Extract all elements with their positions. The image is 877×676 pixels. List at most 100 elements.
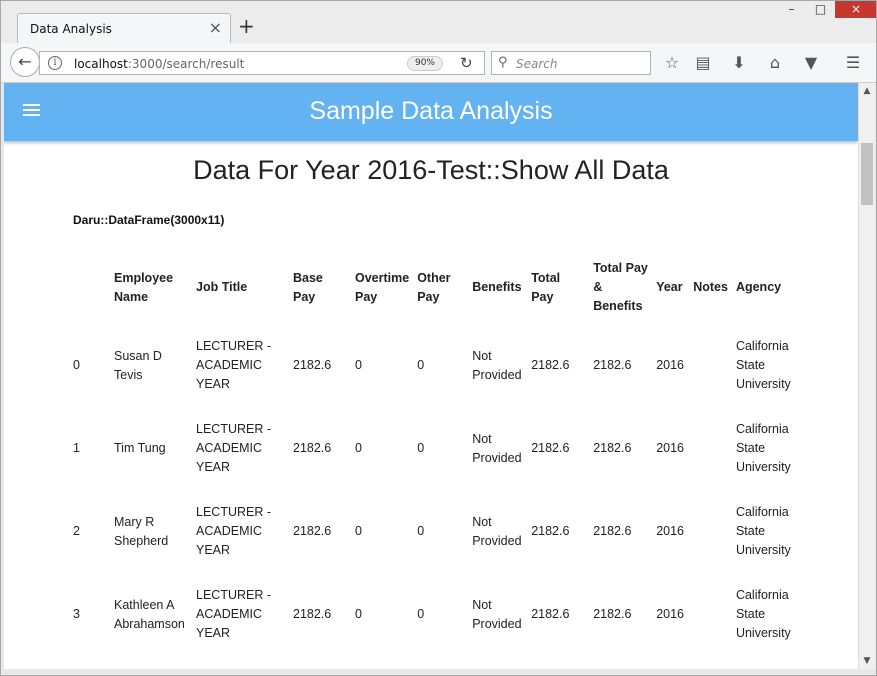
data-table: Employee Name Job Title Base Pay Overtim… — [69, 251, 806, 656]
close-window-button[interactable]: × — [835, 1, 876, 18]
browser-window: Data Analysis × + – □ × ← i localhost:30… — [0, 0, 877, 676]
year-cell: 2016 — [656, 524, 685, 538]
year-cell: 2016 — [656, 358, 685, 372]
total-pay-cell: 2182.6 — [531, 441, 570, 455]
info-icon[interactable]: i — [48, 56, 62, 70]
employee-name-cell: Mary R Shepherd — [114, 514, 169, 548]
total-pay-benefits-cell: 2182.6 — [593, 524, 632, 538]
overtime-pay-cell: 0 — [355, 441, 362, 455]
star-icon[interactable]: ☆ — [661, 52, 683, 74]
hamburger-icon[interactable]: ☰ — [842, 52, 864, 74]
row-index: 0 — [73, 358, 80, 372]
dataframe-label: Daru::DataFrame(3000x11) — [73, 213, 225, 227]
notes-cell — [689, 573, 732, 656]
benefits-cell: Not Provided — [472, 348, 522, 382]
back-arrow-icon[interactable]: ← — [10, 47, 40, 77]
base-pay-cell: 2182.6 — [293, 441, 332, 455]
clipboard-icon[interactable]: ▤ — [692, 52, 714, 74]
app-header: Sample Data Analysis — [4, 83, 858, 141]
search-bar[interactable]: ⚲ Search — [491, 51, 651, 75]
column-header: Job Title — [196, 280, 248, 294]
url-text[interactable]: localhost:3000/search/result — [74, 57, 244, 71]
table-row: 3 Kathleen A Abrahamson LECTURER - ACADE… — [69, 573, 806, 656]
search-input[interactable]: Search — [516, 57, 558, 71]
employee-name-cell: Kathleen A Abrahamson — [114, 597, 185, 631]
scroll-up-icon[interactable]: ▲ — [859, 83, 875, 99]
minimize-button[interactable]: – — [777, 1, 806, 18]
benefits-cell: Not Provided — [472, 431, 522, 465]
column-header: Overtime Pay — [355, 270, 410, 304]
table-header-row: Employee Name Job Title Base Pay Overtim… — [69, 251, 806, 324]
notes-cell — [689, 324, 732, 407]
tab-strip: Data Analysis × + – □ × — [1, 1, 876, 44]
scrollbar-thumb[interactable] — [861, 143, 873, 205]
maximize-button[interactable]: □ — [806, 1, 835, 18]
base-pay-cell: 2182.6 — [293, 524, 332, 538]
column-header: Year — [656, 280, 683, 294]
pocket-icon[interactable]: ▼ — [800, 52, 822, 74]
row-index: 3 — [73, 607, 80, 621]
employee-name-cell: Susan D Tevis — [114, 348, 162, 382]
overtime-pay-cell: 0 — [355, 524, 362, 538]
tab-data-analysis[interactable]: Data Analysis × — [17, 13, 231, 44]
other-pay-cell: 0 — [417, 358, 425, 372]
job-title-cell: LECTURER - ACADEMIC YEAR — [196, 588, 272, 640]
table-row: 0 Susan D Tevis LECTURER - ACADEMIC YEAR… — [69, 324, 806, 407]
benefits-cell: Not Provided — [472, 597, 522, 631]
navigation-bar: ← i localhost:3000/search/result 90% ↻ ⚲… — [1, 43, 876, 83]
scroll-down-icon[interactable]: ▼ — [859, 653, 875, 669]
column-header: Benefits — [472, 280, 522, 294]
overtime-pay-cell: 0 — [355, 607, 362, 621]
row-index: 1 — [73, 441, 80, 455]
page-content: Sample Data Analysis Data For Year 2016-… — [4, 83, 858, 669]
row-index: 2 — [73, 524, 80, 538]
benefits-cell: Not Provided — [472, 514, 522, 548]
column-header: Other Pay — [417, 270, 451, 304]
notes-cell — [689, 407, 732, 490]
total-pay-benefits-cell: 2182.6 — [593, 358, 632, 372]
column-header: Employee Name — [114, 270, 174, 304]
other-pay-cell: 0 — [417, 441, 425, 455]
url-host: localhost — [74, 57, 128, 71]
vertical-scrollbar[interactable]: ▲ ▼ — [858, 83, 875, 669]
year-cell: 2016 — [656, 441, 685, 455]
total-pay-benefits-cell: 2182.6 — [593, 607, 632, 621]
overtime-pay-cell: 0 — [355, 358, 362, 372]
total-pay-cell: 2182.6 — [531, 358, 570, 372]
table-row: 2 Mary R Shepherd LECTURER - ACADEMIC YE… — [69, 490, 806, 573]
search-icon: ⚲ — [498, 55, 508, 70]
base-pay-cell: 2182.6 — [293, 607, 332, 621]
url-bar[interactable]: i localhost:3000/search/result 90% ↻ — [39, 51, 485, 75]
job-title-cell: LECTURER - ACADEMIC YEAR — [196, 505, 272, 557]
total-pay-cell: 2182.6 — [531, 607, 570, 621]
table-row: 1 Tim Tung LECTURER - ACADEMIC YEAR 2182… — [69, 407, 806, 490]
agency-cell: California State University — [735, 505, 791, 557]
base-pay-cell: 2182.6 — [293, 358, 332, 372]
agency-cell: California State University — [735, 422, 791, 474]
agency-cell: California State University — [735, 588, 791, 640]
new-tab-button[interactable]: + — [238, 16, 255, 36]
agency-cell: California State University — [735, 339, 791, 391]
column-header — [69, 251, 110, 324]
page-title: Data For Year 2016-Test::Show All Data — [193, 155, 669, 185]
total-pay-benefits-cell: 2182.6 — [593, 441, 632, 455]
column-header: Notes — [693, 280, 728, 294]
column-header: Agency — [735, 280, 782, 294]
year-cell: 2016 — [656, 607, 685, 621]
job-title-cell: LECTURER - ACADEMIC YEAR — [196, 422, 272, 474]
home-icon[interactable]: ⌂ — [764, 52, 786, 74]
zoom-level-badge[interactable]: 90% — [407, 56, 443, 71]
column-header: Base Pay — [293, 270, 323, 304]
tab-close-icon[interactable]: × — [209, 20, 222, 36]
column-header: Total Pay & Benefits — [593, 261, 648, 313]
notes-cell — [689, 490, 732, 573]
other-pay-cell: 0 — [417, 607, 425, 621]
app-title: Sample Data Analysis — [309, 97, 553, 125]
download-icon[interactable]: ⬇ — [728, 52, 750, 74]
other-pay-cell: 0 — [417, 524, 425, 538]
job-title-cell: LECTURER - ACADEMIC YEAR — [196, 339, 272, 391]
reload-icon[interactable]: ↻ — [460, 54, 473, 72]
total-pay-cell: 2182.6 — [531, 524, 570, 538]
column-header: Total Pay — [531, 270, 561, 304]
url-path: :3000/search/result — [127, 57, 245, 71]
